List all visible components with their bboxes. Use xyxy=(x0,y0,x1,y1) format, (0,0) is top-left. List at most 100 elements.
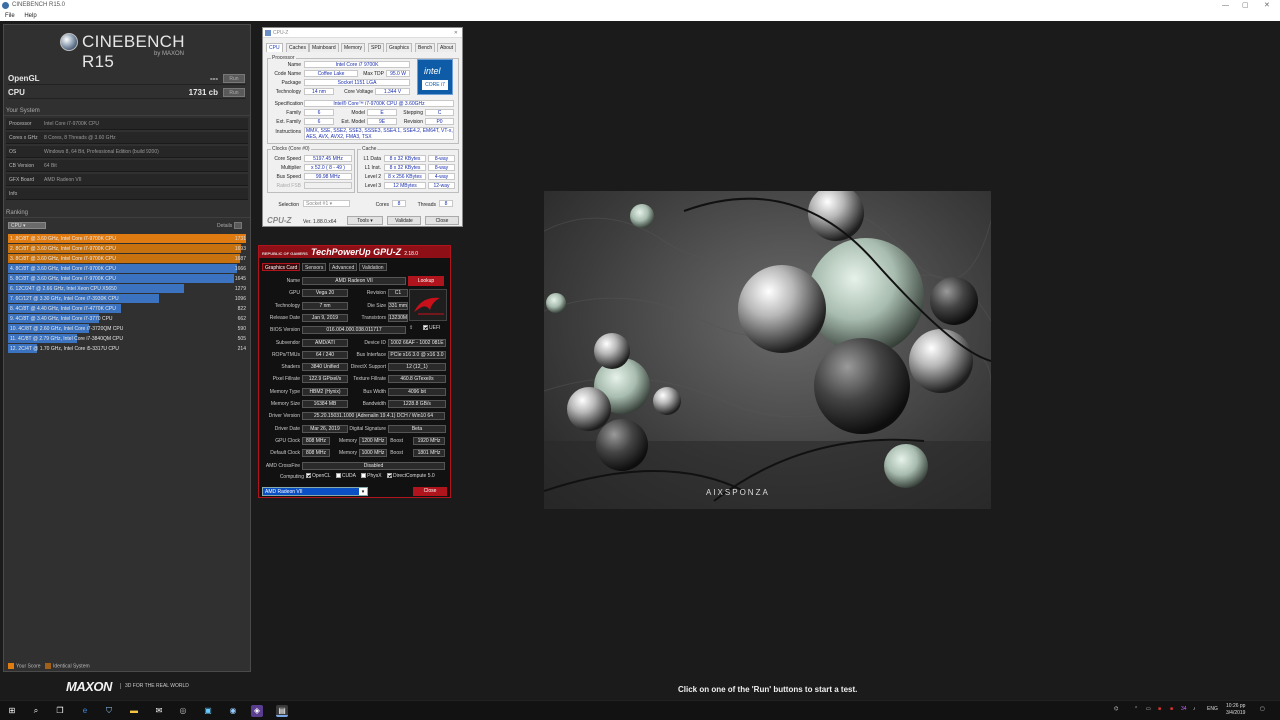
ranking-row[interactable]: 4. 8C/8T @ 3.60 GHz, Intel Core i7-9700K… xyxy=(8,264,246,273)
close-button[interactable]: ✕ xyxy=(1264,0,1270,11)
details-toggle[interactable]: Details xyxy=(217,222,243,229)
edge-browser-icon[interactable]: e xyxy=(79,705,91,717)
multiplier-label: Multiplier xyxy=(280,165,301,171)
search-icon[interactable]: ⌕ xyxy=(30,705,42,717)
ranking-row[interactable]: 7. 6C/12T @ 3.30 GHz, Intel Core i7-3930… xyxy=(8,294,246,303)
mail-icon[interactable]: ✉ xyxy=(153,705,165,717)
cpuz-close-button[interactable]: Close xyxy=(425,216,459,225)
opencl-option[interactable]: OpenCL xyxy=(306,473,330,479)
maximize-button[interactable]: ▢ xyxy=(1242,0,1249,11)
corespeed-label: Core Speed xyxy=(274,156,301,162)
gpuz-card-select[interactable]: AMD Radeon VII ▾ xyxy=(262,487,368,496)
gpuz-tab-validation[interactable]: Validation xyxy=(359,263,387,271)
spec-value: Intel® Core™ i7-9700K CPU @ 3.60GHz xyxy=(304,100,454,107)
test-row-cpu: CPU 1731 cb Run xyxy=(8,87,246,99)
start-windows-icon[interactable]: ⊞ xyxy=(6,705,18,717)
legend-your-score: Your Score xyxy=(16,663,41,670)
name-label: Name xyxy=(287,62,301,68)
gpuz-lookup-button[interactable]: Lookup xyxy=(408,276,444,286)
revision-value: P0 xyxy=(425,118,454,125)
selection-label: Selection xyxy=(278,202,299,208)
taskbar: ⊞ ⌕ ❐ e ⛉ ▬ ✉ ◎ ▣ ◉ ◈ ▤ ⌬ ⌃ ▭ ■ ■ 34 ♪ E… xyxy=(0,700,1280,720)
menu-help[interactable]: Help xyxy=(24,13,36,19)
minimize-button[interactable]: — xyxy=(1222,0,1229,11)
speaker-icon[interactable]: ♪ xyxy=(1193,706,1196,712)
task-view-icon[interactable]: ❐ xyxy=(54,705,66,717)
ranking-row[interactable]: 2. 8C/8T @ 3.60 GHz, Intel Core i7-9700K… xyxy=(8,244,246,253)
cpuz-tab-bench[interactable]: Bench xyxy=(415,43,436,52)
app-icon-2[interactable]: ◈ xyxy=(251,705,263,717)
cuda-option[interactable]: CUDA xyxy=(335,473,356,479)
cinebench-taskbar-icon[interactable]: ▤ xyxy=(276,705,288,717)
notification-icon[interactable]: ▢ xyxy=(1260,706,1265,712)
system-row-info[interactable]: Info xyxy=(6,188,248,200)
codename-label: Code Name xyxy=(274,71,301,77)
threads-label: Threads xyxy=(417,202,436,208)
gpuz-taskbar-icon[interactable]: ◉ xyxy=(227,705,239,717)
ranking-score: 1731 xyxy=(234,236,246,242)
ranking-row[interactable]: 8. 4C/8T @ 4.40 GHz, Intel Core i7-4770K… xyxy=(8,304,246,313)
gpu-field-value: HBM2 (Hynix) xyxy=(302,388,348,396)
ranking-row[interactable]: 9. 4C/8T @ 3.40 GHz, Intel Core i7-3770 … xyxy=(8,314,246,323)
l1i-value: 8 x 32 KBytes xyxy=(384,164,426,171)
cpuz-validate-button[interactable]: Validate xyxy=(387,216,421,225)
cpuz-tab-spd[interactable]: SPD xyxy=(368,43,385,52)
physx-option[interactable]: PhysX xyxy=(361,473,382,479)
identical-system-swatch xyxy=(44,663,51,669)
network-tray-icon[interactable]: ⌬ xyxy=(1114,706,1118,712)
cpuz-tab-cpu[interactable]: CPU xyxy=(266,43,283,52)
corevoltage-label: Core Voltage xyxy=(344,89,373,95)
run-cpu-button[interactable]: Run xyxy=(223,88,245,97)
gpu-field-value: C1 xyxy=(388,289,408,297)
tray-icon-1[interactable]: ▭ xyxy=(1146,706,1151,712)
gpuz-tab-sensors[interactable]: Sensors xyxy=(302,263,327,271)
app-icon-1[interactable]: ◎ xyxy=(177,705,189,717)
cpuz-close-icon[interactable]: ✕ xyxy=(454,28,458,38)
language-indicator[interactable]: ENG xyxy=(1207,706,1218,712)
cpuz-tab-memory[interactable]: Memory xyxy=(341,43,366,52)
gpuz-tab-graphics-card[interactable]: Graphics Card xyxy=(262,263,301,271)
ranking-row[interactable]: 6. 12C/24T @ 2.66 GHz, Intel Xeon CPU X5… xyxy=(8,284,246,293)
gpu-field-label: Shaders xyxy=(281,364,300,370)
ranking-score: 505 xyxy=(237,336,246,342)
ranking-row[interactable]: 3. 8C/8T @ 3.60 GHz, Intel Core i7-9700K… xyxy=(8,254,246,263)
run-opengl-button[interactable]: Run xyxy=(223,74,245,83)
cpuz-tab-mainboard[interactable]: Mainboard xyxy=(309,43,339,52)
ranking-row[interactable]: 12. 2C/4T @ 1.70 GHz, Intel Core i5-3317… xyxy=(8,344,246,353)
menu-file[interactable]: File xyxy=(5,13,15,19)
ranking-label: 2. 8C/8T @ 3.60 GHz, Intel Core i7-9700K… xyxy=(10,246,116,252)
ranking-row[interactable]: 10. 4C/8T @ 2.60 GHz, Intel Core i7-3720… xyxy=(8,324,246,333)
tray-icon-3[interactable]: ■ xyxy=(1170,706,1173,712)
ranking-row[interactable]: 1. 8C/8T @ 3.60 GHz, Intel Core i7-9700K… xyxy=(8,234,246,243)
legend-identical: Identical System xyxy=(52,663,90,670)
gpuz-tab-advanced[interactable]: Advanced xyxy=(329,263,358,271)
chevron-up-icon[interactable]: ⌃ xyxy=(1134,706,1138,712)
clock[interactable]: 10:26 pp 3/4/2019 xyxy=(1226,703,1245,717)
gpu-field-label: GPU Clock xyxy=(275,438,300,444)
ranking-row[interactable]: 5. 8C/8T @ 3.60 GHz, Intel Core i7-9700K… xyxy=(8,274,246,283)
cpuz-tools-button[interactable]: Tools ▾ xyxy=(347,216,383,225)
ranking-label: 5. 8C/8T @ 3.60 GHz, Intel Core i7-9700K… xyxy=(10,276,116,282)
group-label: Cache xyxy=(361,146,378,152)
cpuz-tab-caches[interactable]: Caches xyxy=(286,43,309,52)
ranking-type-select[interactable]: CPU ▾ xyxy=(8,222,46,229)
system-key: Info xyxy=(9,191,18,197)
file-explorer-icon[interactable]: ▬ xyxy=(128,705,140,717)
gpu-field-value: 1200 MHz xyxy=(359,437,387,445)
store-icon[interactable]: ⛉ xyxy=(103,705,115,717)
gpu-field-value: 331 mm² xyxy=(388,302,408,310)
cpuz-taskbar-icon[interactable]: ▣ xyxy=(202,705,214,717)
gpu-field-label: DirectX Support xyxy=(350,364,386,370)
gpu-field-label: Texture Fillrate xyxy=(353,376,386,382)
cpuz-tab-about[interactable]: About xyxy=(437,43,457,52)
tray-temperature[interactable]: 34 xyxy=(1181,706,1187,712)
cpuz-app-icon xyxy=(265,30,271,36)
cpuz-tab-graphics[interactable]: Graphics xyxy=(386,43,413,52)
bios-share-icon[interactable]: ⇪ xyxy=(409,325,413,331)
gpuz-close-button[interactable]: Close xyxy=(413,487,447,496)
socket-select[interactable]: Socket #1 ▾ xyxy=(303,200,350,207)
tray-icon-2[interactable]: ■ xyxy=(1158,706,1161,712)
gpu-field-value: 13230M xyxy=(388,314,408,322)
directcompute-option[interactable]: DirectCompute 5.0 xyxy=(386,473,435,479)
ranking-row[interactable]: 11. 4C/8T @ 2.79 GHz, Intel Core i7-3840… xyxy=(8,334,246,343)
